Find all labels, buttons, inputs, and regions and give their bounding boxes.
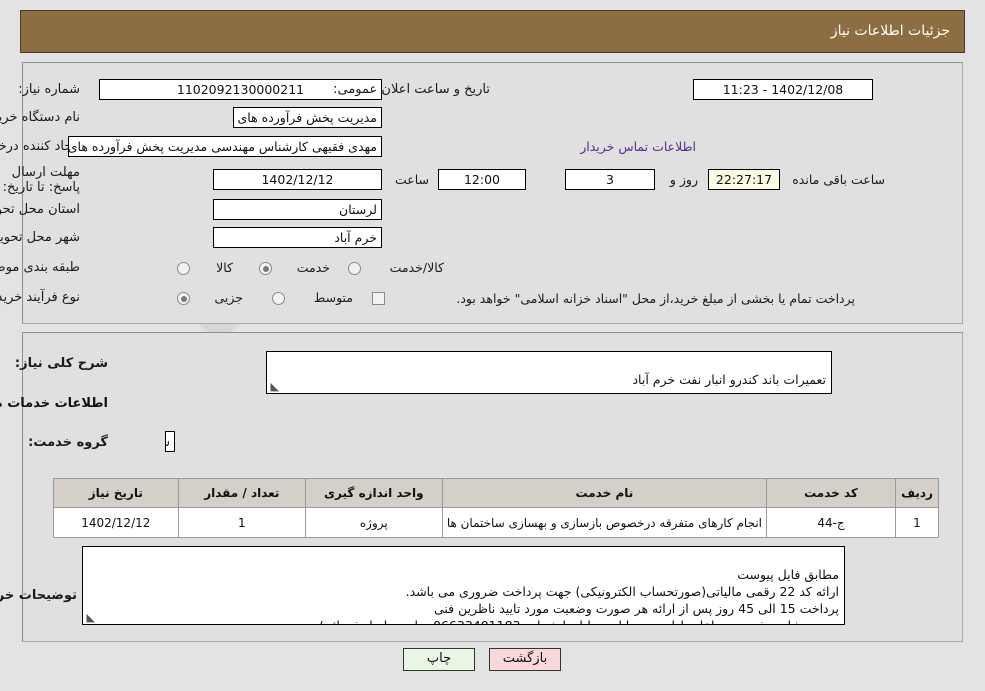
process-label-motavaset: متوسط	[313, 290, 353, 305]
cell-quantity: 1	[177, 507, 306, 538]
treasury-text: پرداخت تمام یا بخشی از مبلغ خرید،از محل …	[456, 291, 855, 306]
city-label: شهر محل تحویل:	[0, 230, 80, 245]
process-radio-jozyi[interactable]	[177, 292, 190, 305]
page-title: جزئیات اطلاعات نیاز	[830, 23, 950, 39]
back-button[interactable]: بازگشت	[489, 648, 561, 671]
city-value: خرم آباد	[213, 227, 382, 248]
service-group-label: گروه خدمت:	[28, 435, 108, 450]
category-label-khedmat: خدمت	[296, 260, 330, 275]
resize-grip-icon[interactable]: ◣	[269, 381, 279, 392]
category-radio-kala[interactable]	[177, 262, 190, 275]
province-label: استان محل تحویل:	[0, 202, 80, 217]
buyer-notes-textarea[interactable]: مطابق فایل پیوست ارائه کد 22 رقمی مالیات…	[82, 546, 845, 625]
buyer-contact-link[interactable]: اطلاعات تماس خریدار	[580, 139, 696, 154]
category-label: طبقه بندی موضوعی:	[0, 260, 80, 275]
deadline-date-value: 1402/12/12	[213, 169, 382, 190]
public-announce-value: 1402/12/08 - 11:23	[693, 79, 873, 100]
deadline-label: مهلت ارسال پاسخ: تا تاریخ:	[2, 165, 80, 195]
col-row-no: ردیف	[895, 478, 939, 508]
resize-grip-icon-2[interactable]: ◣	[85, 612, 95, 623]
cell-unit: پروژه	[304, 507, 443, 538]
table-header-row: ردیف کد خدمت نام خدمت واحد اندازه گیری ت…	[52, 478, 939, 508]
services-section-title: اطلاعات خدمات مورد نیاز	[0, 396, 108, 411]
remaining-time-value: 22:27:17	[708, 169, 780, 190]
province-value: لرستان	[213, 199, 382, 220]
col-unit: واحد اندازه گیری	[304, 478, 443, 508]
col-quantity: تعداد / مقدار	[177, 478, 306, 508]
services-table: ردیف کد خدمت نام خدمت واحد اندازه گیری ت…	[52, 478, 939, 538]
service-group-value: ساختمان	[165, 431, 175, 452]
col-service-name: نام خدمت	[441, 478, 768, 508]
cell-service-code: ج-44	[766, 507, 896, 538]
process-label: نوع فرآیند خرید :	[0, 290, 80, 305]
header-bar: جزئیات اطلاعات نیاز	[20, 10, 965, 53]
buyer-notes-value: مطابق فایل پیوست ارائه کد 22 رقمی مالیات…	[314, 567, 839, 624]
remaining-days-label: روز و	[669, 172, 698, 187]
deadline-hour-label: ساعت	[394, 172, 429, 187]
process-label-jozyi: جزیی	[214, 290, 243, 305]
deadline-hour-value: 12:00	[438, 169, 526, 190]
col-service-code: کد خدمت	[766, 478, 896, 508]
category-radio-khedmat[interactable]	[259, 262, 272, 275]
cell-service-name: انجام کارهای متفرقه درخصوص بازسازی و بهس…	[441, 507, 768, 538]
buyer-org-value: مدیریت پخش فرآورده های نفتی منطقه لرستان	[233, 107, 382, 128]
general-desc-value: تعمیرات باند کندرو انبار نفت خرم آباد	[632, 372, 826, 387]
general-desc-textarea[interactable]: تعمیرات باند کندرو انبار نفت خرم آباد ◣	[266, 351, 832, 394]
category-label-kala: کالا	[216, 260, 233, 275]
remaining-days-value: 3	[565, 169, 655, 190]
public-announce-label: تاریخ و ساعت اعلان عمومی:	[333, 82, 490, 97]
table-row: 1 ج-44 انجام کارهای متفرقه درخصوص بازساز…	[52, 507, 939, 538]
general-desc-label: شرح کلی نیاز:	[14, 356, 108, 371]
category-radio-kala-khedmat[interactable]	[348, 262, 361, 275]
process-radio-motavaset[interactable]	[272, 292, 285, 305]
need-number-label: شماره نیاز:	[18, 82, 80, 97]
category-label-kala-khedmat: کالا/خدمت	[389, 260, 444, 275]
remaining-time-label: ساعت باقی مانده	[792, 172, 885, 187]
creator-value: مهدی فقیهی کارشناس مهندسی مدیریت پخش فرآ…	[68, 136, 382, 157]
print-button[interactable]: چاپ	[403, 648, 475, 671]
page-root: AriaTender.net جزئیات اطلاعات نیاز شماره…	[0, 0, 985, 691]
cell-row-no: 1	[895, 507, 939, 538]
col-need-date: تاریخ نیاز	[52, 478, 179, 508]
buyer-notes-label: توضیحات خریدار:	[0, 588, 77, 603]
need-info-panel	[22, 62, 963, 324]
buyer-org-label: نام دستگاه خریدار:	[0, 110, 80, 125]
cell-need-date: 1402/12/12	[52, 507, 179, 538]
treasury-checkbox[interactable]	[372, 292, 385, 305]
